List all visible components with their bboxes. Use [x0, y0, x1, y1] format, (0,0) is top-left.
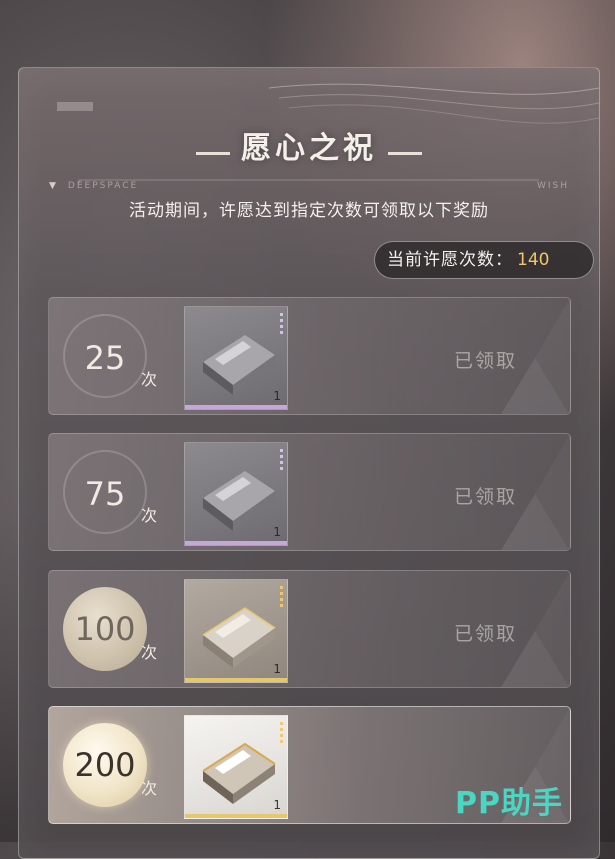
milestone-count: 200 — [74, 746, 136, 784]
reward-item-icon[interactable]: 1 — [184, 442, 288, 546]
rarity-bar — [185, 814, 287, 818]
item-quantity: 1 — [273, 525, 281, 539]
milestone-row-25[interactable]: 25 次 1 已领取 — [48, 297, 571, 415]
milestone-count: 100 — [74, 610, 136, 648]
reward-item-icon[interactable]: 1 — [184, 306, 288, 410]
deco-label-left: ▼ DEEPSPACE — [49, 181, 138, 191]
title-dash-right — [388, 152, 423, 155]
title-dash-left — [195, 152, 230, 155]
milestone-unit: 次 — [141, 370, 158, 389]
item-quantity: 1 — [273, 662, 281, 676]
triangle-down-icon: ▼ — [49, 181, 58, 191]
wish-count-badge: 当前许愿次数： 140 — [374, 241, 594, 279]
milestone-unit: 次 — [141, 506, 158, 525]
milestone-count: 75 — [84, 475, 126, 513]
claimed-status: 已领取 — [454, 486, 518, 508]
milestone-ring: 75 — [63, 450, 147, 534]
rarity-tick — [280, 722, 283, 746]
wish-count-value: 140 — [517, 250, 550, 270]
milestone-row-75[interactable]: 75 次 1 已领取 — [48, 433, 571, 551]
claimed-status: 已领取 — [454, 623, 518, 645]
milestone-row-100[interactable]: 100 次 1 已领取 — [48, 570, 571, 688]
deco-label-right: WISH — [536, 181, 569, 191]
event-description: 活动期间，许愿达到指定次数可领取以下奖励 — [129, 201, 489, 221]
wish-count-label: 当前许愿次数： — [387, 250, 513, 270]
item-quantity: 1 — [273, 798, 281, 812]
milestone-ring: 25 — [63, 314, 147, 398]
rarity-bar — [185, 678, 287, 682]
item-quantity: 1 — [273, 389, 281, 403]
milestone-unit: 次 — [141, 643, 158, 662]
milestone-count: 25 — [84, 339, 126, 377]
title-area: 愿心之祝 — [19, 123, 599, 167]
deco-text-left: DEEPSPACE — [67, 181, 139, 191]
page-title: 愿心之祝 — [241, 131, 377, 166]
reward-item-icon[interactable]: 1 — [184, 579, 288, 683]
rarity-tick — [280, 449, 283, 473]
rarity-bar — [185, 541, 287, 545]
event-panel: 愿心之祝 ▼ DEEPSPACE WISH 活动期间，许愿达到指定次数可领取以下奖… — [18, 67, 600, 859]
claimed-status: 已领取 — [454, 350, 518, 372]
milestone-ring: 100 — [63, 587, 147, 671]
milestone-ring: 200 — [63, 723, 147, 807]
milestone-unit: 次 — [141, 779, 158, 798]
rarity-bar — [185, 405, 287, 409]
watermark-logo: PP助手 — [455, 786, 563, 821]
reward-item-icon[interactable]: 1 — [184, 715, 288, 819]
rarity-tick — [280, 313, 283, 337]
rarity-tick — [280, 586, 283, 610]
